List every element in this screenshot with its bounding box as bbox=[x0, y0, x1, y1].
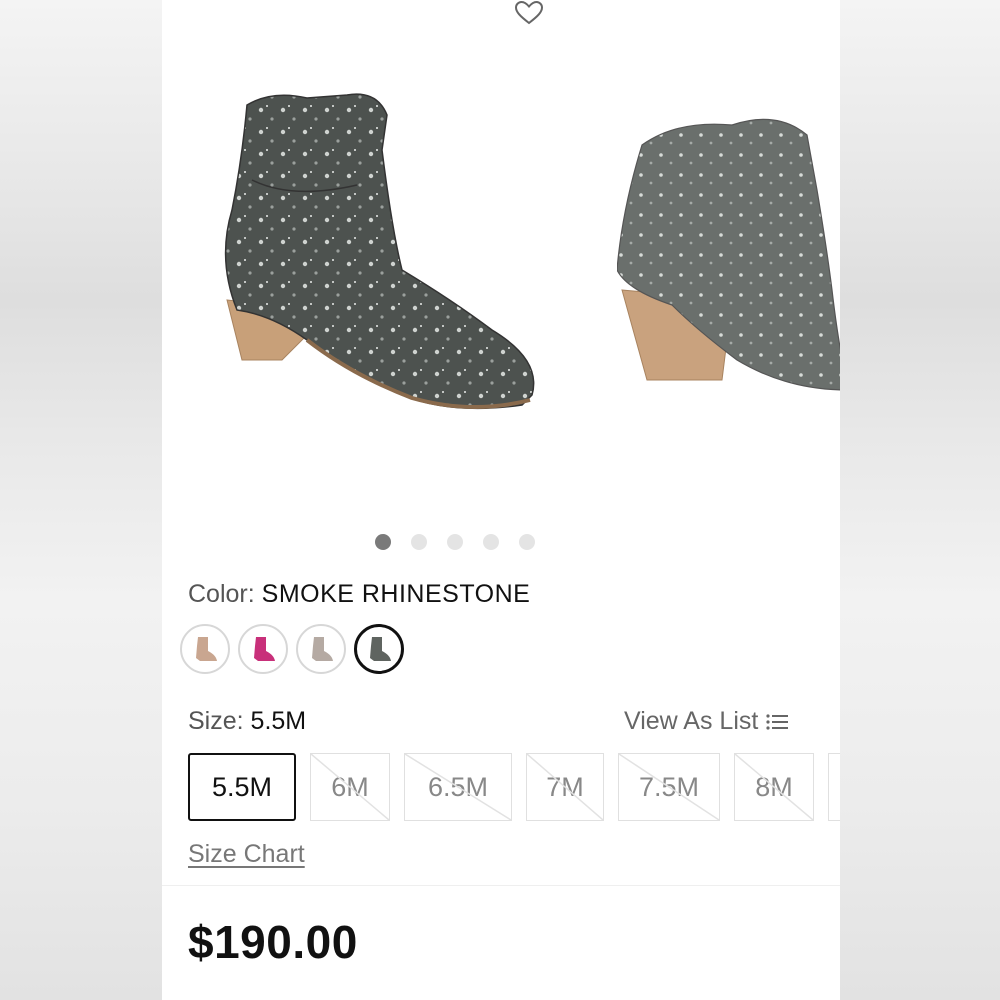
size-option-label: 5.5M bbox=[211, 771, 273, 802]
color-swatch-smoke[interactable] bbox=[354, 624, 404, 674]
background-blur-right bbox=[840, 0, 1000, 1000]
color-swatch-tan[interactable] bbox=[180, 624, 230, 674]
size-options: 5.5M 6M 6.5M 7M 7.5M 8M bbox=[188, 753, 840, 821]
boot-image-secondary bbox=[617, 118, 840, 391]
view-as-list-label: View As List bbox=[624, 707, 759, 735]
color-swatch-taupe[interactable] bbox=[296, 624, 346, 674]
size-option-button-partial[interactable] bbox=[828, 753, 840, 821]
size-option-button[interactable]: 7M bbox=[526, 753, 604, 821]
background-blur-left bbox=[0, 0, 162, 1000]
color-selection-label: Color: SMOKE RHINESTONE bbox=[188, 580, 530, 609]
pagination-dot[interactable] bbox=[375, 534, 391, 550]
price: $190.00 bbox=[188, 916, 358, 968]
size-option-button[interactable]: 7.5M bbox=[618, 753, 720, 821]
pagination-dot[interactable] bbox=[483, 534, 499, 550]
boot-thumbnail-icon bbox=[254, 637, 275, 661]
list-icon bbox=[766, 713, 789, 730]
size-option-button[interactable]: 5.5M bbox=[188, 753, 296, 821]
boot-thumbnail-icon bbox=[196, 637, 217, 661]
view-as-list-button[interactable]: View As List bbox=[624, 707, 789, 736]
boot-thumbnail-icon bbox=[370, 637, 391, 661]
size-option-button[interactable]: 6M bbox=[310, 753, 390, 821]
pagination-dot[interactable] bbox=[519, 534, 535, 550]
color-swatch-pink[interactable] bbox=[238, 624, 288, 674]
color-label: Color: bbox=[188, 580, 255, 608]
size-option-label: 7M bbox=[546, 771, 584, 802]
size-option-button[interactable]: 6.5M bbox=[404, 753, 512, 821]
size-chart-link[interactable]: Size Chart bbox=[188, 840, 305, 869]
pagination-dot[interactable] bbox=[411, 534, 427, 550]
color-swatches bbox=[180, 624, 404, 674]
product-panel: Color: SMOKE RHINESTONE Size: 5.5M View … bbox=[162, 0, 840, 1000]
size-value: 5.5M bbox=[250, 707, 307, 735]
size-option-label: 6.5M bbox=[427, 771, 489, 802]
heart-outline-icon[interactable] bbox=[514, 0, 544, 26]
size-option-label: 6M bbox=[331, 771, 369, 802]
size-option-label: 7.5M bbox=[638, 771, 700, 802]
gallery-pagination bbox=[162, 534, 794, 550]
boot-image-primary bbox=[224, 93, 535, 410]
size-option-label: 8M bbox=[755, 771, 793, 802]
size-label: Size: bbox=[188, 707, 244, 735]
product-image-gallery[interactable] bbox=[162, 30, 840, 510]
size-option-button[interactable]: 8M bbox=[734, 753, 814, 821]
size-selection-label: Size: 5.5M bbox=[188, 707, 306, 736]
color-value: SMOKE RHINESTONE bbox=[261, 580, 531, 608]
boot-thumbnail-icon bbox=[312, 637, 333, 661]
pagination-dot[interactable] bbox=[447, 534, 463, 550]
divider bbox=[162, 885, 840, 886]
